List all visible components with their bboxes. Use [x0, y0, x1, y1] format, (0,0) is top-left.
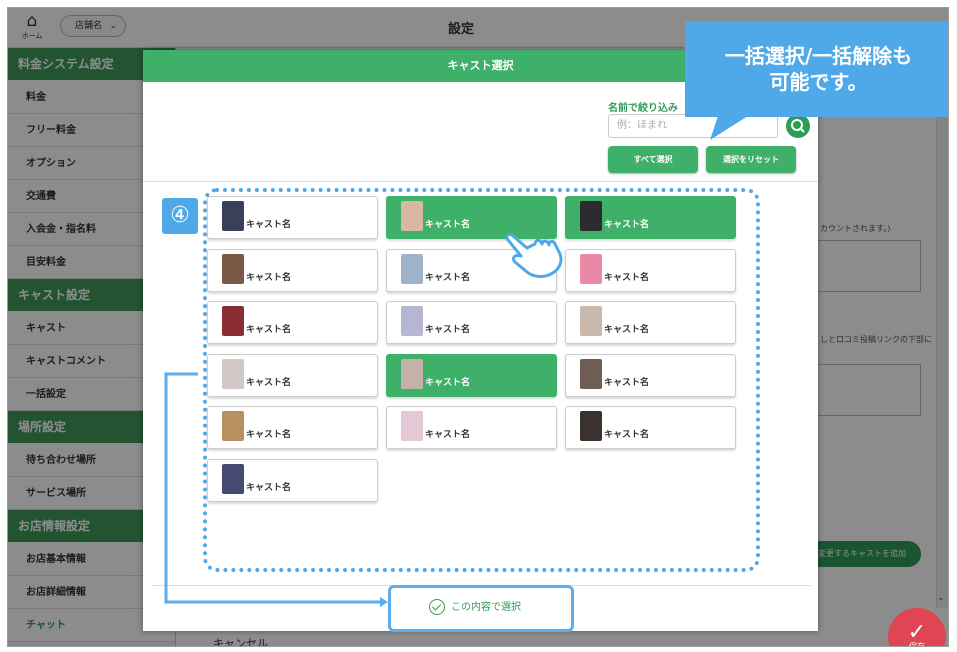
callout-box: 一括選択/一括解除も 可能です。 [685, 21, 948, 117]
callout-line-2: 可能です。 [769, 70, 868, 94]
callout-line-1: 一括選択/一括解除も [724, 44, 913, 68]
highlight-confirm [388, 585, 574, 632]
pointing-hand-icon [505, 232, 563, 278]
callout-pointer [710, 116, 748, 140]
app-window: ⌂ ホーム 店舗名 ⌄ 設定 料金システム設定 料金 フリー料金 オプション 交通費 入会… [7, 7, 949, 647]
